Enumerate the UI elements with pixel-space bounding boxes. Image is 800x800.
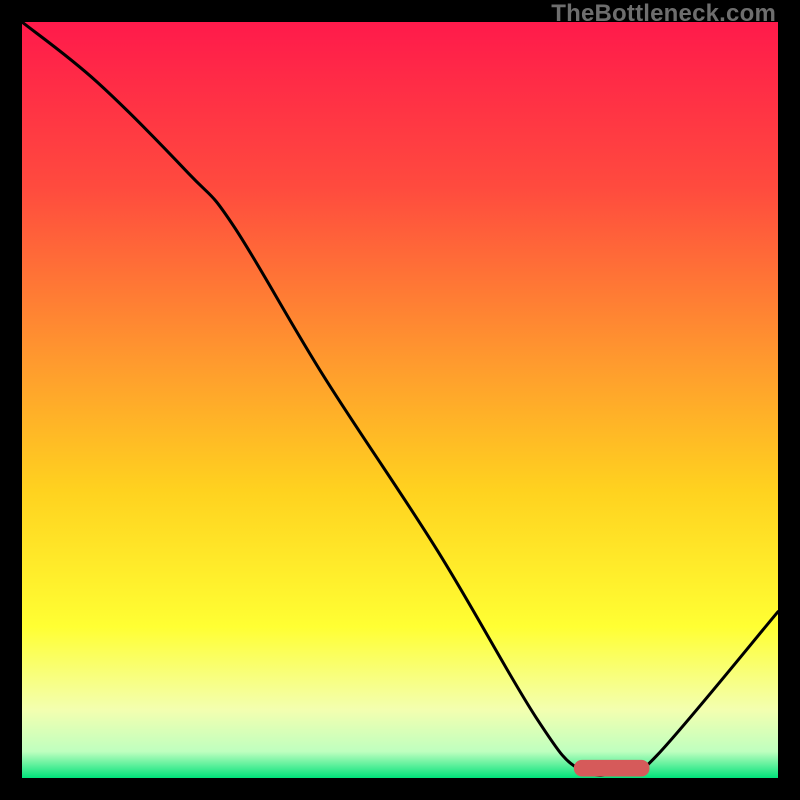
- chart-frame: [22, 22, 778, 778]
- chart-background: [22, 22, 778, 778]
- watermark-text: TheBottleneck.com: [551, 0, 776, 28]
- chart-plot: [22, 22, 778, 778]
- optimal-range-marker: [574, 760, 650, 777]
